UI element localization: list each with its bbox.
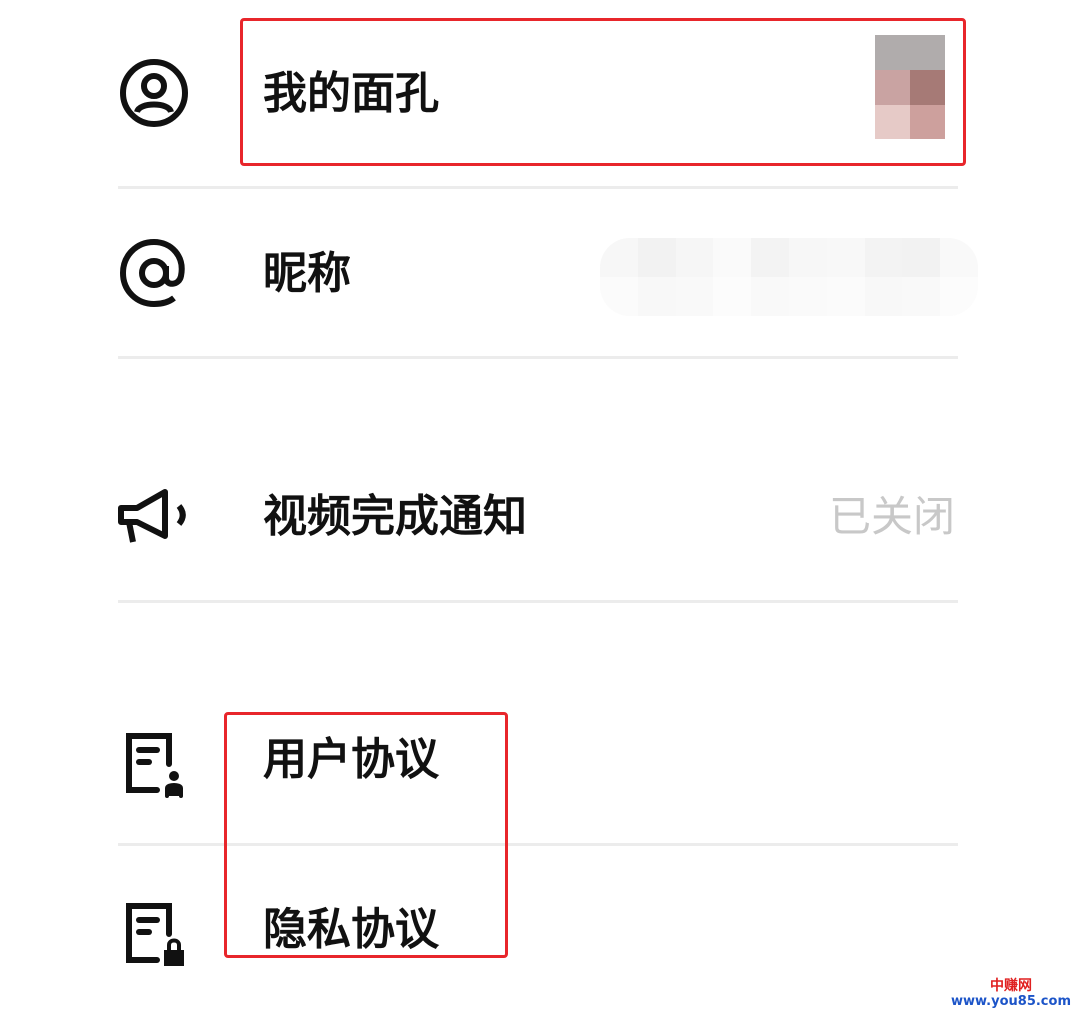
watermark: 中赚网 www.you85.com [951, 979, 1071, 1008]
face-row[interactable]: 我的面孔 [0, 0, 1077, 188]
divider [118, 600, 958, 603]
divider [118, 356, 958, 359]
video-notify-label: 视频完成通知 [263, 491, 527, 542]
document-lock-icon [117, 900, 191, 974]
divider [118, 186, 958, 189]
nickname-value-blurred [600, 238, 978, 316]
user-agreement-label: 用户协议 [263, 734, 439, 785]
privacy-agreement-label: 隐私协议 [263, 904, 439, 955]
privacy-agreement-row[interactable]: 隐私协议 [0, 846, 1077, 996]
video-notify-status: 已关闭 [828, 492, 955, 541]
document-person-icon [117, 730, 191, 804]
face-thumbnail [875, 35, 945, 139]
at-sign-icon [117, 236, 191, 310]
megaphone-icon [117, 478, 191, 552]
watermark-url: www.you85.com [950, 994, 1071, 1009]
nickname-label: 昵称 [263, 248, 351, 299]
user-agreement-row[interactable]: 用户协议 [0, 690, 1077, 842]
video-notify-row[interactable]: 视频完成通知 已关闭 [0, 440, 1077, 600]
face-label: 我的面孔 [263, 68, 439, 119]
watermark-title: 中赚网 [989, 978, 1032, 994]
user-circle-icon [117, 56, 191, 130]
